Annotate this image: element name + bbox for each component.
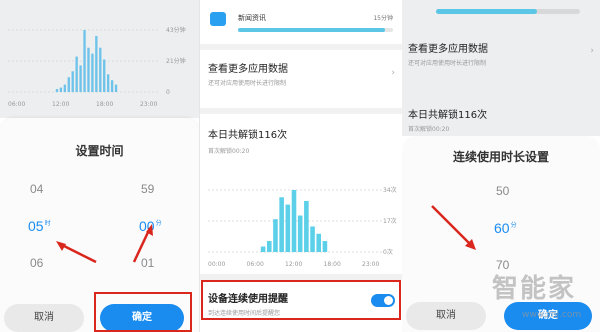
x-tick-label: 18:00 <box>324 261 341 268</box>
app-time: 15分钟 <box>373 15 393 22</box>
chart-bar <box>273 219 278 252</box>
first-unlock-time: 首次解锁00:20 <box>208 148 250 155</box>
chart-bar <box>304 200 309 252</box>
app-name: 新闻资讯 <box>238 14 266 22</box>
y-tick-label: 17次 <box>383 217 397 225</box>
time-setting-panel: 43分钟 21分钟 0 06:00 12:00 18:00 23:00 设置时间 04 05… <box>0 0 199 332</box>
chart-bar <box>316 233 322 252</box>
more-app-data-row[interactable]: 查看更多应用数据 还可对应用使用时长进行限制 › <box>200 50 403 104</box>
unlock-count-title: 本日共解锁116次 <box>208 130 288 141</box>
x-tick-label: 00:00 <box>208 261 225 268</box>
watermark-url: www.znj.com <box>522 310 582 320</box>
highlight-box <box>201 280 401 320</box>
chart-bar <box>291 190 297 252</box>
annotation-arrows <box>56 224 153 264</box>
more-data-title: 查看更多应用数据 <box>208 64 288 75</box>
app-usage-bar-fill <box>238 28 386 32</box>
app-usage-bar <box>238 28 393 32</box>
y-tick-label: 34次 <box>383 186 397 194</box>
divider <box>200 108 403 114</box>
watermark-logo: 智能家 <box>492 274 577 304</box>
chart-bar <box>322 241 328 252</box>
y-tick-label: 0次 <box>383 248 393 256</box>
chart-bar <box>285 204 291 252</box>
x-tick-label: 23:00 <box>362 261 379 268</box>
x-tick-label: 06:00 <box>247 261 264 268</box>
news-app-icon <box>210 12 226 26</box>
x-tick-label: 12:00 <box>285 261 302 268</box>
chevron-right-icon: › <box>391 68 395 78</box>
device-usage-panel: 新闻资讯 15分钟 查看更多应用数据 还可对应用使用时长进行限制 › 本日共解锁… <box>199 0 404 332</box>
more-data-subtitle: 还可对应用使用时长进行限制 <box>208 80 287 87</box>
unlock-chart: 34次 17次 0次 00:00 06:00 12:00 18:00 23:00 <box>208 186 397 268</box>
chart-bar <box>279 197 284 252</box>
chart-bar <box>260 246 266 252</box>
arrow-line <box>59 242 97 264</box>
continuous-usage-panel: 查看更多应用数据 还可对应用使用时长进行限制 › 本日共解锁116次 首次解锁0… <box>402 0 600 332</box>
arrow-line <box>132 227 152 263</box>
arrow-head <box>56 241 66 251</box>
chart-bar <box>297 215 303 252</box>
chart-bar <box>310 226 315 252</box>
app-usage-row[interactable]: 新闻资讯 15分钟 <box>200 0 403 44</box>
chart-bar <box>266 241 272 252</box>
arrow-line <box>431 205 473 247</box>
